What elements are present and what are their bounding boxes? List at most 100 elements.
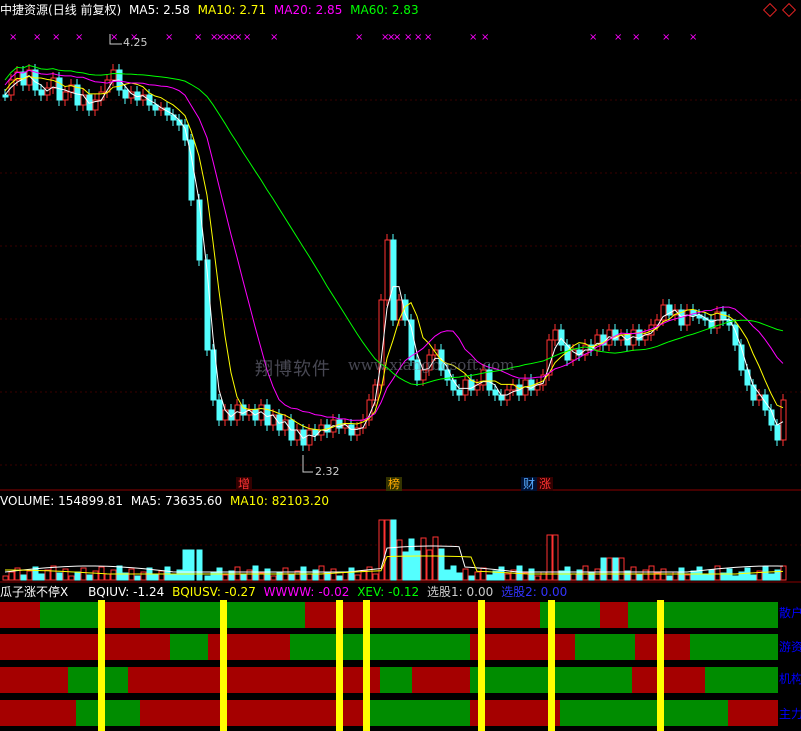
candle-body xyxy=(122,89,129,99)
volume-bar xyxy=(666,575,673,581)
volume-bar xyxy=(182,549,189,581)
band-label-hotmoney: 游资 xyxy=(779,640,801,654)
band-segment xyxy=(560,700,728,726)
band-segment xyxy=(690,634,778,660)
band-segment xyxy=(0,667,68,693)
bqiusv-value: -0.27 xyxy=(224,585,256,599)
volume-bar xyxy=(134,575,141,581)
volume-bar xyxy=(540,571,547,581)
candle-body xyxy=(110,69,117,81)
volume-bar xyxy=(270,575,277,581)
volume-bar xyxy=(68,575,75,581)
candle-body xyxy=(384,239,391,301)
candle-body xyxy=(492,389,499,396)
volume-bar xyxy=(140,571,147,581)
candle-body xyxy=(390,239,397,321)
volume-bar xyxy=(74,571,81,581)
volume-bar xyxy=(20,574,27,581)
band-segment xyxy=(628,602,778,628)
band-segment xyxy=(575,634,635,660)
band-segment xyxy=(0,634,170,660)
candle-body xyxy=(62,91,69,101)
volume-label: VOLUME: xyxy=(0,494,55,508)
volume-bar xyxy=(648,565,655,581)
event-tag[interactable]: 涨 xyxy=(537,477,554,491)
volume-bar xyxy=(444,569,451,581)
candle-body xyxy=(456,389,463,396)
event-tag[interactable]: 财 xyxy=(521,477,538,491)
candle-body xyxy=(774,424,781,441)
signal-x-mark: × xyxy=(414,32,422,43)
band-marker xyxy=(220,600,227,731)
signal-x-mark: × xyxy=(589,32,597,43)
band-segment xyxy=(170,634,208,660)
band-marker xyxy=(548,600,555,731)
signal-x-mark: × xyxy=(243,32,251,43)
candle-body xyxy=(660,304,667,321)
volume-ma5-label: MA5: xyxy=(130,494,162,508)
event-tag[interactable]: 榜 xyxy=(386,477,403,491)
watermark-cn: 翔博软件 xyxy=(255,359,331,380)
candle-body xyxy=(216,399,223,421)
signal-x-mark: × xyxy=(404,32,412,43)
band-segment xyxy=(728,700,778,726)
candle-body xyxy=(408,319,415,361)
band-segment xyxy=(0,700,76,726)
indicator-header: 瓜子涨不停X BQIUV: -1.24 BQIUSV: -0.27 WWWW: … xyxy=(0,584,571,600)
volume-bar xyxy=(384,519,391,581)
candle-body xyxy=(306,429,313,446)
signal-x-mark: × xyxy=(234,32,242,43)
wwww-label: WWWW: xyxy=(263,585,315,599)
volume-bar xyxy=(104,573,111,581)
candle-body xyxy=(780,399,787,441)
signal-x-mark: × xyxy=(75,32,83,43)
band-segment xyxy=(290,634,470,660)
candle-body xyxy=(38,89,45,96)
volume-bar xyxy=(480,567,487,581)
band-segment xyxy=(100,602,140,628)
signal-x-mark: × xyxy=(689,32,697,43)
bqiuv-label: BQIUV: xyxy=(88,585,130,599)
volume-bar xyxy=(552,534,559,581)
volume-bar xyxy=(330,568,337,581)
signal-x-mark: × xyxy=(355,32,363,43)
signal-x-mark: × xyxy=(52,32,60,43)
candle-body xyxy=(684,309,691,326)
event-tag[interactable]: 增 xyxy=(236,477,253,491)
volume-bar xyxy=(474,571,481,581)
band-segment xyxy=(365,700,470,726)
band-marker xyxy=(363,600,370,731)
signal-x-mark: × xyxy=(662,32,670,43)
watermark-url: www.xiangbosoft.com xyxy=(348,356,515,374)
volume-bar xyxy=(426,549,433,581)
xg1-label: 选股1: xyxy=(427,585,463,599)
volume-bar xyxy=(504,573,511,581)
volume-bar xyxy=(44,569,51,581)
candle-body xyxy=(498,394,505,401)
band-marker xyxy=(336,600,343,731)
volume-bar xyxy=(684,574,691,581)
candle-body xyxy=(348,424,355,436)
volume-bar xyxy=(2,575,9,581)
xg2-value: 0.00 xyxy=(540,585,568,599)
volume-bar xyxy=(288,574,295,581)
band-segment xyxy=(705,667,778,693)
volume-bar xyxy=(414,550,421,581)
candle-body xyxy=(396,299,403,321)
volume-bar xyxy=(62,568,69,581)
volume-bar xyxy=(196,549,203,581)
volume-bar xyxy=(432,536,439,581)
volume-bar xyxy=(116,565,123,581)
band-segment xyxy=(632,667,705,693)
volume-bar xyxy=(188,549,195,581)
volume-bar xyxy=(26,570,33,581)
volume-bar xyxy=(498,566,505,581)
volume-bar xyxy=(420,537,427,581)
volume-bar xyxy=(306,573,313,581)
low-price-label: 2.32 xyxy=(315,465,340,478)
xev-label: XEV: xyxy=(357,585,385,599)
volume-bar xyxy=(360,570,367,581)
volume-bar xyxy=(708,569,715,581)
volume-bar xyxy=(456,572,463,581)
volume-bar xyxy=(690,570,697,581)
